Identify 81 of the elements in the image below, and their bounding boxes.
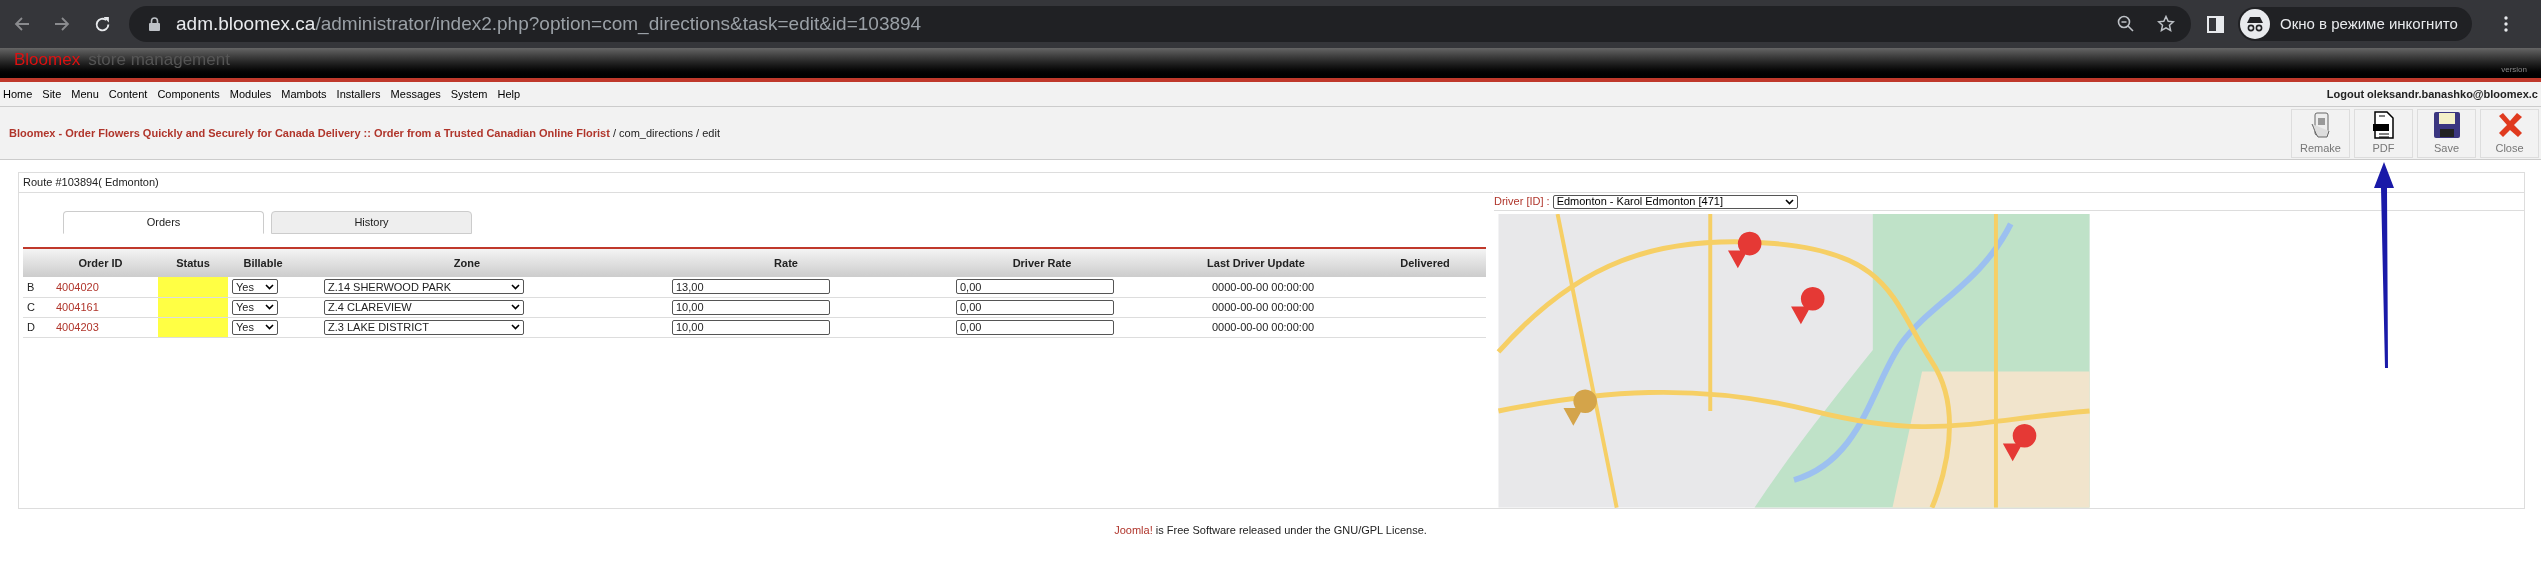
brand-name: Bloomex <box>14 48 81 71</box>
menu-item[interactable]: Help <box>497 85 521 103</box>
column-header: Driver Rate <box>936 248 1148 277</box>
side-panel-icon[interactable] <box>2207 15 2224 33</box>
chevron-down-icon <box>265 324 274 330</box>
order-link[interactable]: 4004203 <box>56 320 99 333</box>
header-background <box>23 248 43 277</box>
menu-item[interactable]: Home <box>3 85 33 103</box>
pdf-document-icon <box>2370 109 2397 140</box>
stop-letter: C <box>23 297 43 317</box>
address-bar[interactable]: adm.bloomex.ca/administrator/index2.php?option=com_directions&task=edit&id=103894 <box>129 6 2191 42</box>
brand-subtitle: store management <box>88 48 230 71</box>
more-icon[interactable] <box>2503 16 2508 32</box>
version-label: version <box>2501 64 2527 76</box>
menu-item[interactable]: System <box>450 85 488 103</box>
menu-item[interactable]: Messages <box>390 85 441 103</box>
zoom-out-icon[interactable] <box>2117 15 2135 33</box>
toolbar-button[interactable]: Close <box>2480 108 2539 158</box>
update-time: 0000-00-00 00:00:00 <box>1212 320 1315 333</box>
url-text: adm.bloomex.ca/administrator/index2.php?option=com_directions&task=edit&id=103894 <box>176 11 922 37</box>
tab[interactable]: History <box>271 211 472 234</box>
driver-rate-input[interactable]: 0,00 <box>956 299 1114 315</box>
rate-input[interactable]: 13,00 <box>672 279 830 295</box>
chevron-down-icon <box>1784 198 1794 205</box>
breadcrumb: Bloomex - Order Flowers Quickly and Securely for Canada Delivery :: Order from a Trusted Canadian Online Florist / com_directions / edit <box>9 125 720 141</box>
incognito-chip[interactable]: Окно в режиме инкогнито <box>2238 7 2472 41</box>
order-link[interactable]: 4004161 <box>56 300 99 313</box>
logout-link[interactable]: Logout oleksandr.banashko@bloomex.c <box>2326 85 2538 103</box>
column-header: Delivered <box>1364 248 1486 277</box>
column-header: Zone <box>298 248 636 277</box>
stop-letter: B <box>23 277 43 297</box>
route-title: Route #103894( Edmonton) <box>23 175 159 191</box>
driver-select[interactable]: Edmonton - Karol Edmonton [471] <box>1552 194 1798 209</box>
order-link[interactable]: 4004020 <box>56 280 99 293</box>
stop-letter: D <box>23 317 43 337</box>
star-icon[interactable] <box>2157 15 2175 33</box>
toolbar-button[interactable]: Save <box>2417 108 2476 158</box>
footer-text: Joomla! is Free Software released under the GNU/GPL License. <box>1113 523 1428 538</box>
chevron-down-icon <box>511 283 520 290</box>
column-header: Rate <box>636 248 936 277</box>
joomla-link[interactable]: Joomla! <box>1114 524 1153 536</box>
tab[interactable]: Orders <box>63 211 264 234</box>
menu-item[interactable]: Components <box>157 85 220 103</box>
rate-input[interactable]: 10,00 <box>672 299 830 315</box>
back-icon[interactable] <box>14 16 30 32</box>
forward-icon[interactable] <box>54 16 70 32</box>
zone-select[interactable]: Z.14 SHERWOOD PARK <box>324 279 524 295</box>
chevron-down-icon <box>265 283 274 290</box>
chevron-down-icon <box>511 304 520 310</box>
menu-item[interactable]: Menu <box>71 85 99 103</box>
driver-rate-input[interactable]: 0,00 <box>956 279 1114 295</box>
billable-select[interactable]: Yes <box>232 279 278 295</box>
zone-select[interactable]: Z.3 LAKE DISTRICT <box>324 319 524 335</box>
update-time: 0000-00-00 00:00:00 <box>1212 300 1315 313</box>
status-cell <box>158 297 228 317</box>
column-header: Billable <box>228 248 298 277</box>
billable-select[interactable]: Yes <box>232 299 278 315</box>
menu-item[interactable]: Installers <box>336 85 381 103</box>
column-header: Status <box>158 248 228 277</box>
status-cell <box>158 317 228 337</box>
column-header: Order ID <box>43 248 158 277</box>
chevron-down-icon <box>265 304 274 310</box>
rate-input[interactable]: 10,00 <box>672 319 830 335</box>
zone-select[interactable]: Z.4 CLAREVIEW <box>324 299 524 315</box>
site-link[interactable]: Bloomex - Order Flowers Quickly and Securely for Canada Delivery :: Order from a Trusted Canadian Online Florist <box>9 126 610 139</box>
chevron-down-icon <box>511 324 520 330</box>
update-time: 0000-00-00 00:00:00 <box>1212 280 1315 293</box>
toolbar-button[interactable]: PDF <box>2354 108 2413 158</box>
driver-rate-input[interactable]: 0,00 <box>956 319 1114 335</box>
menu-item[interactable]: Site <box>42 85 62 103</box>
incognito-icon <box>2240 9 2270 39</box>
reload-icon[interactable] <box>94 15 111 33</box>
menu-item[interactable]: Modules <box>229 85 272 103</box>
lock-icon[interactable] <box>149 17 160 31</box>
status-cell <box>158 277 228 297</box>
billable-select[interactable]: Yes <box>232 319 278 335</box>
toolbar-button[interactable]: Remake <box>2291 108 2350 158</box>
driver-label: Driver [ID] : <box>1494 194 1550 210</box>
menu-item[interactable]: Mambots <box>281 85 327 103</box>
menu-item[interactable]: Content <box>108 85 148 103</box>
column-header: Last Driver Update <box>1148 248 1364 277</box>
